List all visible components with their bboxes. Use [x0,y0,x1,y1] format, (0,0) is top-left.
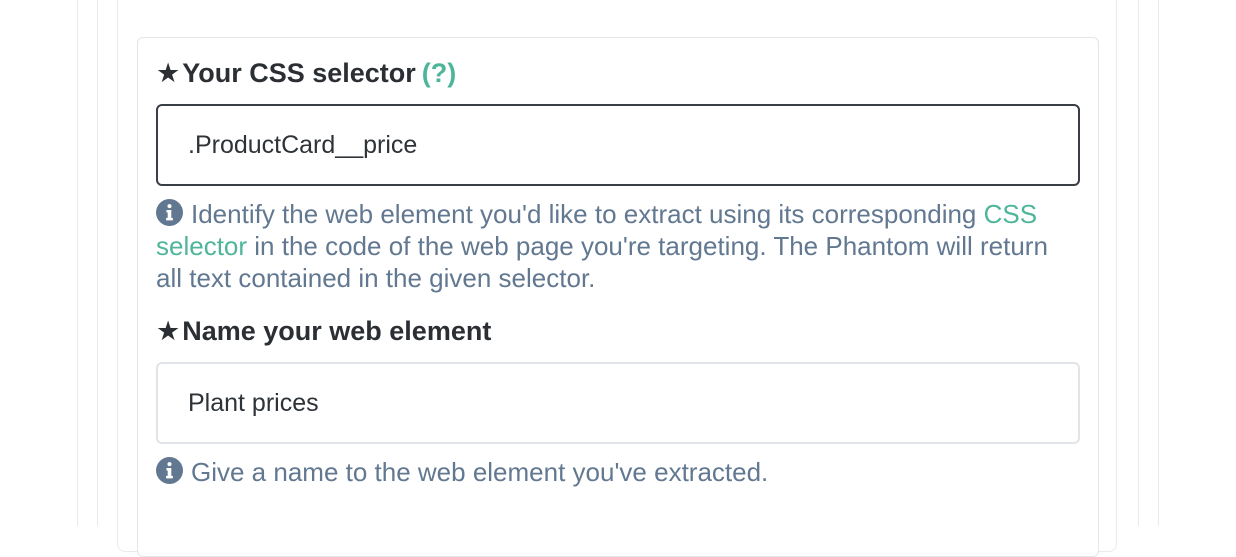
divider [77,0,78,526]
info-circle-icon [156,457,183,484]
required-star: ★ [156,316,180,346]
css-selector-hint: Identify the web element you'd like to e… [156,198,1080,294]
element-name-label-text: Name your web element [182,316,491,346]
divider [97,0,98,526]
element-name-label: ★Name your web element [156,314,1080,348]
divider [1158,0,1159,526]
css-selector-input[interactable] [156,104,1080,186]
hint-text: Identify the web element you'd like to e… [191,199,976,229]
page-frame: ★Your CSS selector(?) Identify the web e… [0,0,1236,526]
element-name-field: ★Name your web element Give a name to th… [156,314,1080,488]
css-selector-field: ★Your CSS selector(?) Identify the web e… [156,56,1080,294]
help-link[interactable]: (?) [422,58,456,88]
divider [1138,0,1139,526]
hint-text: in the code of the web page you're targe… [156,231,1048,293]
element-name-hint: Give a name to the web element you've ex… [156,456,1080,488]
required-star: ★ [156,58,180,88]
info-circle-icon [156,199,183,226]
element-name-input[interactable] [156,362,1080,444]
css-selector-label: ★Your CSS selector(?) [156,56,1080,90]
css-selector-label-text: Your CSS selector [182,58,416,88]
hint-text: Give a name to the web element you've ex… [191,457,768,487]
